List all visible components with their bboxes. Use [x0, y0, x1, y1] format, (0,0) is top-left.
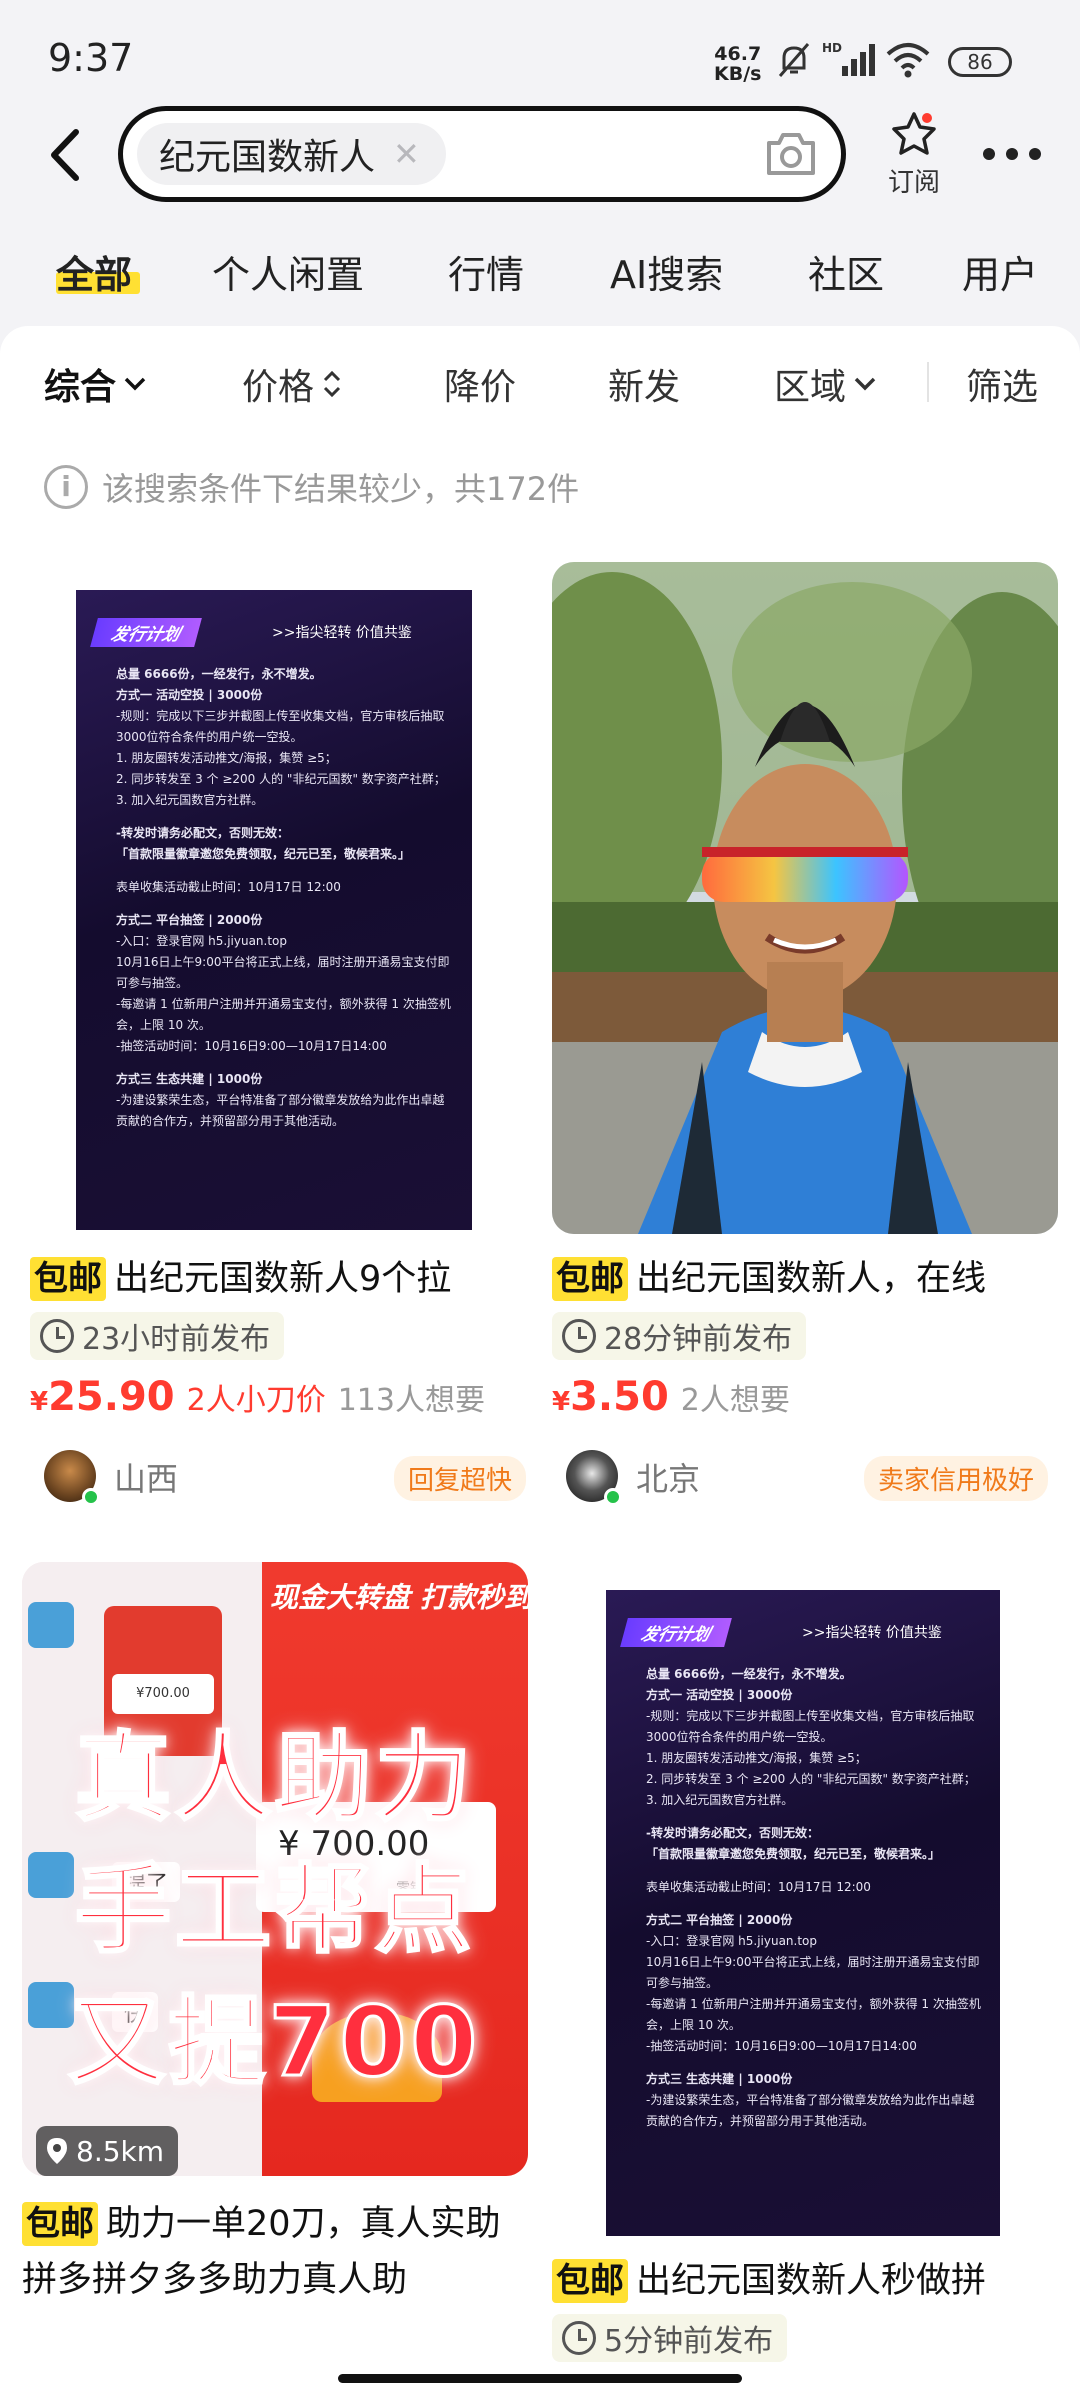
- home-indicator[interactable]: [338, 2374, 742, 2383]
- location-pin-icon: [47, 2138, 67, 2164]
- battery-indicator: 86: [948, 47, 1012, 77]
- tab-market[interactable]: 行情: [448, 244, 524, 299]
- network-speed: 46.7 KB/s: [714, 44, 761, 84]
- price: ¥25.90: [30, 1374, 175, 1420]
- net-speed-value: 46.7: [714, 43, 762, 65]
- selfie-photo: [552, 562, 1058, 1234]
- post-time-text: 28分钟前发布: [604, 1322, 793, 1357]
- seller-row[interactable]: 山西 回复超快: [30, 1450, 536, 1506]
- price-row: ¥25.90 2人小刀价 113人想要: [30, 1374, 485, 1420]
- camera-search-icon[interactable]: [763, 129, 819, 183]
- clear-query-icon[interactable]: ✕: [393, 135, 420, 173]
- chevron-down-icon: [124, 377, 146, 391]
- signal-icon: HD: [822, 40, 876, 84]
- result-notice: i 该搜索条件下结果较少，共172件: [44, 464, 579, 510]
- clock-icon: [562, 1319, 596, 1353]
- wifi-icon: [884, 40, 932, 84]
- free-shipping-badge: 包邮: [30, 1257, 106, 1301]
- filter-price-drop[interactable]: 降价: [444, 358, 516, 410]
- tab-users[interactable]: 用户: [962, 244, 1038, 299]
- product-title: 包邮 助力一单20刀，真人实助 拼多拼夕多多助力真人助: [22, 2196, 528, 2308]
- post-time: 23小时前发布: [30, 1312, 285, 1360]
- clock-icon: [40, 1319, 74, 1353]
- product-image: ¥700.00 提了 快 现金大转盘 打款秒到 ¥ 700.00 零钱 真人助力…: [22, 1562, 528, 2176]
- post-time: 5分钟前发布: [552, 2314, 788, 2362]
- product-title-text: 出纪元国数新人9个拉: [114, 1259, 452, 1299]
- poster-image: 发行计划 >>指尖轻转 价值共鉴 总量 6666份，一经发行，永不增发。 方式一…: [76, 590, 472, 1230]
- mute-bell-icon: [774, 40, 814, 84]
- price-note: 2人小刀价: [186, 1383, 326, 1418]
- product-title: 包邮 出纪元国数新人秒做拼: [552, 2256, 1058, 2306]
- price: ¥3.50: [552, 1374, 669, 1420]
- product-image: 发行计划 >>指尖轻转 价值共鉴 总量 6666份，一经发行，永不增发。 方式一…: [552, 1562, 1058, 2238]
- tab-all[interactable]: 全部: [56, 244, 132, 299]
- search-query-chip[interactable]: 纪元国数新人 ✕: [137, 123, 446, 185]
- poster-tag: 发行计划: [90, 618, 202, 647]
- filter-region-label: 区域: [774, 367, 847, 408]
- filter-new[interactable]: 新发: [608, 358, 680, 410]
- tab-ai-search[interactable]: AI搜索: [610, 244, 723, 299]
- poster-image: 发行计划 >>指尖轻转 价值共鉴 总量 6666份，一经发行，永不增发。 方式一…: [606, 1590, 1000, 2236]
- filter-region[interactable]: 区域: [774, 358, 876, 410]
- online-status-dot: [604, 1488, 622, 1506]
- tab-personal-idle[interactable]: 个人闲置: [212, 244, 364, 299]
- promo-overlay-text: 真人助力 手工帮点 又提700: [67, 1721, 482, 2100]
- filter-divider: [927, 362, 929, 402]
- free-shipping-badge: 包邮: [552, 2259, 628, 2303]
- search-box[interactable]: 纪元国数新人 ✕: [118, 106, 846, 202]
- filter-price-label: 价格: [242, 367, 315, 408]
- post-time-text: 5分钟前发布: [604, 2324, 774, 2359]
- filter-screen[interactable]: 筛选: [966, 358, 1038, 410]
- wants-count: 2人想要: [680, 1383, 790, 1418]
- product-title: 包邮 出纪元国数新人，在线: [552, 1254, 1058, 1304]
- seller-tag: 回复超快: [393, 1456, 526, 1501]
- sort-updown-icon: [323, 370, 341, 398]
- post-time: 28分钟前发布: [552, 1312, 807, 1360]
- filter-sort[interactable]: 综合: [44, 358, 146, 410]
- result-notice-text: 该搜索条件下结果较少，共172件: [102, 470, 580, 508]
- seller-location: 山西: [114, 1460, 179, 1498]
- net-speed-unit: KB/s: [714, 63, 762, 85]
- clock-icon: [562, 2321, 596, 2355]
- seller-row[interactable]: 北京 卖家信用极好: [552, 1450, 1058, 1506]
- free-shipping-badge: 包邮: [552, 1257, 628, 1301]
- subscribe-button[interactable]: 订阅: [874, 110, 954, 199]
- product-image: 发行计划 >>指尖轻转 价值共鉴 总量 6666份，一经发行，永不增发。 方式一…: [30, 562, 536, 1234]
- poster-slogan: >>指尖轻转 价值共鉴: [272, 625, 412, 641]
- product-title-text: 出纪元国数新人，在线: [636, 1259, 987, 1299]
- status-time: 9:37: [48, 36, 134, 80]
- price-row: ¥3.50 2人想要: [552, 1374, 790, 1420]
- tab-community[interactable]: 社区: [808, 244, 884, 299]
- svg-text:HD: HD: [822, 41, 842, 55]
- search-query-text: 纪元国数新人: [159, 137, 376, 178]
- product-title: 包邮 出纪元国数新人9个拉: [30, 1254, 536, 1304]
- info-icon: i: [44, 465, 88, 509]
- online-status-dot: [82, 1488, 100, 1506]
- distance-badge: 8.5km: [36, 2126, 179, 2176]
- subscribe-label: 订阅: [887, 168, 940, 198]
- status-bar: 9:37 46.7 KB/s HD 86: [0, 0, 1080, 110]
- more-options-icon[interactable]: [982, 146, 1042, 160]
- seller-tag: 卖家信用极好: [863, 1456, 1048, 1501]
- chevron-down-icon: [854, 377, 876, 391]
- back-button[interactable]: [40, 120, 96, 190]
- pin-star-icon: [892, 112, 936, 155]
- poster-text: 总量 6666份，一经发行，永不增发。 方式一 活动空投 | 3000份 -规则…: [116, 667, 451, 1128]
- post-time-text: 23小时前发布: [82, 1322, 271, 1357]
- free-shipping-badge: 包邮: [22, 2202, 98, 2246]
- product-title-text: 出纪元国数新人秒做拼: [636, 2261, 987, 2301]
- back-arrow-icon: [51, 129, 79, 181]
- product-image: [552, 562, 1058, 1234]
- filter-price[interactable]: 价格: [242, 358, 342, 410]
- filter-sort-label: 综合: [44, 367, 117, 408]
- wants-count: 113人想要: [337, 1383, 485, 1418]
- seller-location: 北京: [636, 1460, 701, 1498]
